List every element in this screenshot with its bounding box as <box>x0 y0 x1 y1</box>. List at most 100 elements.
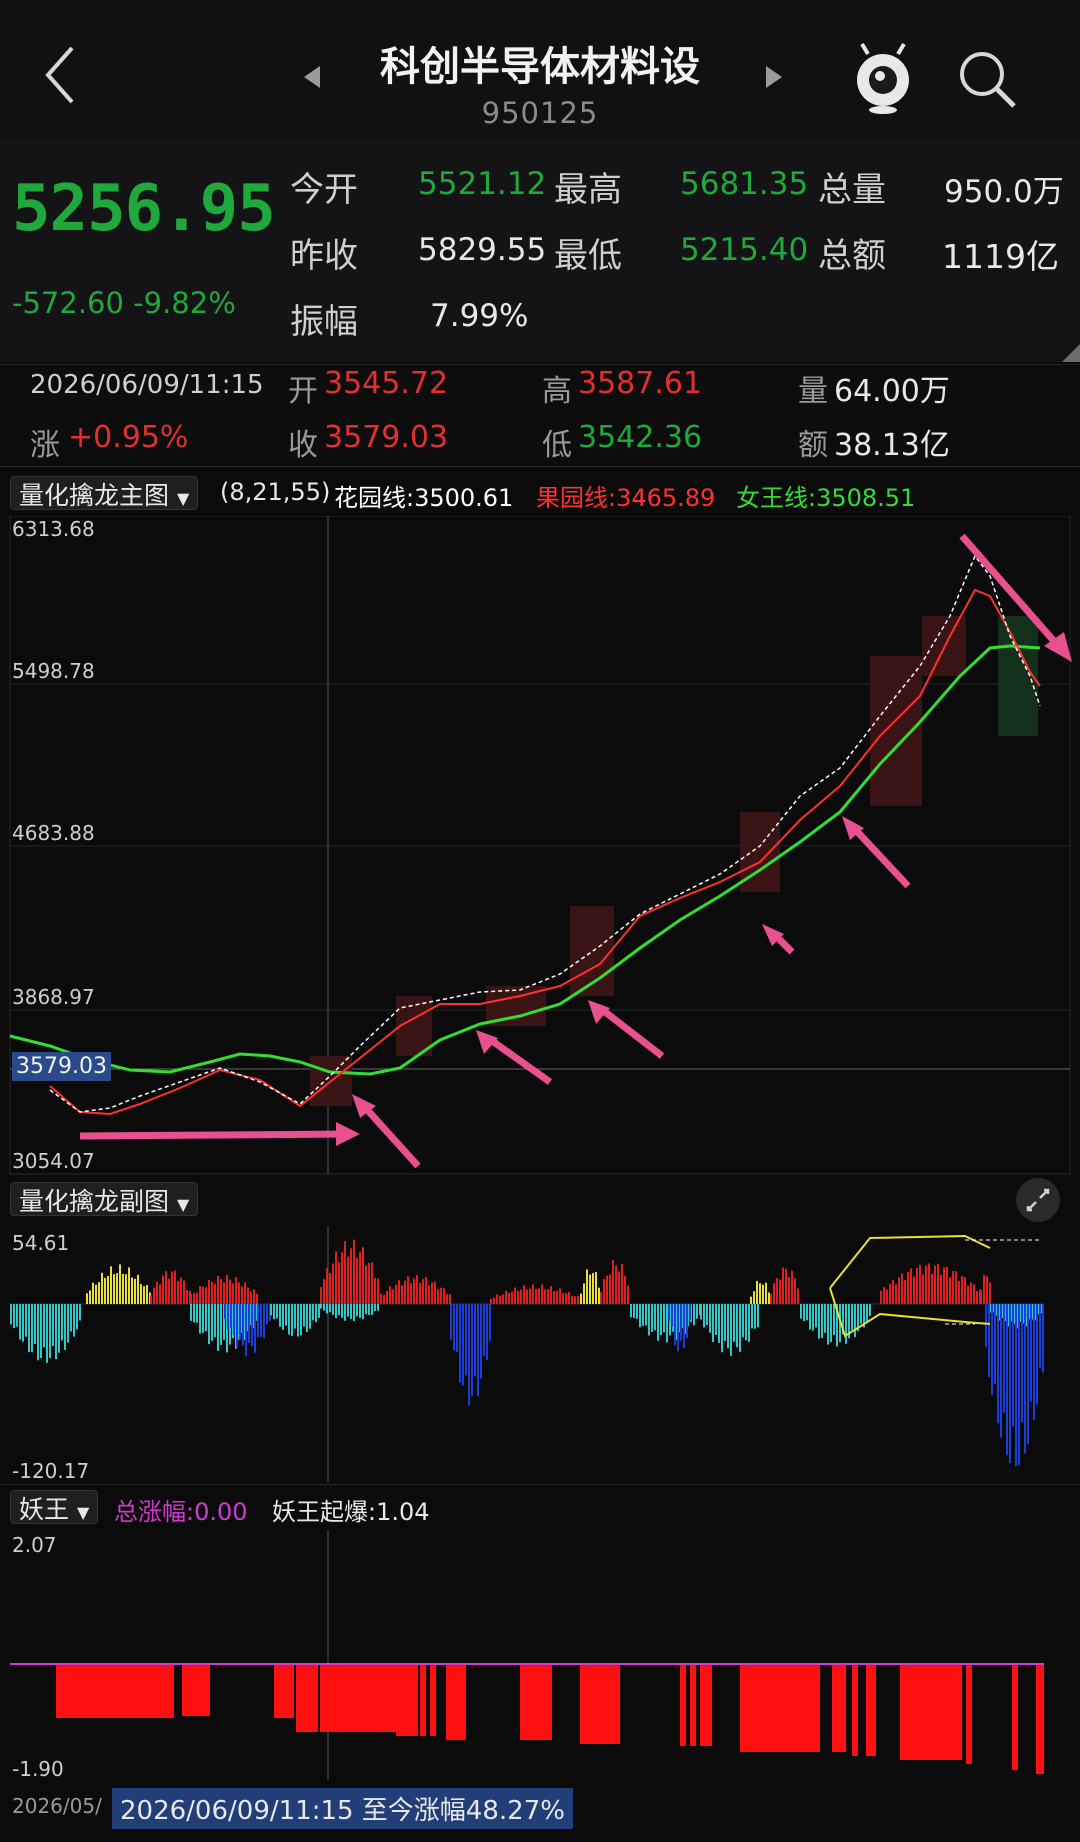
histogram-bar <box>630 1304 632 1318</box>
yaowang-indicator-selector[interactable]: 妖王 ▼ <box>10 1490 99 1524</box>
histogram-bar <box>86 1293 88 1304</box>
sub-indicator-chart[interactable]: 54.61 -120.17 <box>0 1226 1080 1482</box>
prev-stock-icon[interactable] <box>298 62 328 92</box>
histogram-bar <box>943 1267 945 1304</box>
histogram-bar <box>113 1274 115 1304</box>
histogram-bar <box>205 1287 207 1304</box>
histogram-bar <box>220 1304 222 1345</box>
histogram-bar <box>395 1284 397 1304</box>
histogram-bar <box>119 1264 121 1304</box>
histogram-bar <box>592 1273 594 1304</box>
page-title: 科创半导体材料设 <box>380 44 700 90</box>
histogram-bar <box>866 1304 868 1322</box>
histogram-bar <box>538 1288 540 1304</box>
histogram-bar <box>989 1282 991 1304</box>
histogram-bar <box>523 1285 525 1304</box>
search-icon[interactable] <box>956 48 1018 110</box>
histogram-bar <box>326 1268 328 1304</box>
histogram-bar <box>374 1304 376 1311</box>
histogram-bar <box>812 1304 814 1331</box>
histogram-bar <box>946 1266 948 1304</box>
yaowang-chart[interactable]: 2.07 -1.90 <box>0 1530 1080 1780</box>
sub-indicator-selector[interactable]: 量化擒龙副图 ▼ <box>10 1182 199 1216</box>
histogram-bar <box>754 1304 756 1329</box>
cursor-close-label: 收 <box>288 428 318 463</box>
histogram-bar <box>529 1288 531 1304</box>
histogram-bar <box>440 1287 442 1304</box>
histogram-bar <box>89 1290 91 1304</box>
histogram-bar <box>668 1304 670 1322</box>
divider <box>0 466 1080 468</box>
histogram-bar <box>721 1304 723 1353</box>
cursor-amount-value: 38.13亿 <box>834 428 950 463</box>
histogram-bar <box>309 1304 311 1329</box>
histogram-bar <box>196 1292 198 1304</box>
dropdown-icon: ▼ <box>176 1195 190 1214</box>
histogram-bar <box>214 1283 216 1304</box>
histogram-bar <box>934 1265 936 1304</box>
histogram-bar <box>1033 1304 1035 1420</box>
histogram-bar <box>583 1283 585 1304</box>
cursor-datetime: 2026/06/09/11:15 <box>30 370 264 400</box>
histogram-bar <box>40 1304 42 1358</box>
histogram-bar <box>300 1304 302 1336</box>
histogram-bar <box>480 1304 482 1379</box>
back-arrow-icon[interactable] <box>38 40 88 110</box>
next-stock-icon[interactable] <box>758 62 788 92</box>
histogram-bar <box>37 1304 39 1361</box>
histogram-bar <box>696 1304 698 1319</box>
histogram-bar <box>511 1291 513 1304</box>
histogram-bar <box>386 1290 388 1304</box>
histogram-bar <box>239 1304 241 1340</box>
histogram-bar <box>776 1278 778 1304</box>
histogram-bar <box>1000 1304 1002 1438</box>
histogram-bar <box>347 1256 349 1304</box>
histogram-bar <box>338 1262 340 1304</box>
histogram-bar <box>493 1297 495 1304</box>
low-value: 5215.40 <box>680 232 809 268</box>
histogram-bar <box>797 1288 799 1304</box>
histogram-bar <box>61 1304 63 1341</box>
histogram-bar <box>680 1304 682 1341</box>
histogram-bar <box>110 1266 112 1304</box>
histogram-bar <box>251 1304 253 1347</box>
histogram-bar <box>462 1304 464 1386</box>
histogram-bar <box>459 1304 461 1383</box>
assistant-robot-icon[interactable] <box>850 40 916 116</box>
histogram-bar <box>19 1304 21 1340</box>
histogram-bar <box>266 1304 268 1325</box>
cursor-low-label: 低 <box>542 428 572 463</box>
histogram-bar <box>122 1273 124 1304</box>
histogram-bar <box>709 1304 711 1333</box>
histogram-bar <box>318 1304 320 1318</box>
expand-icon[interactable] <box>1016 1178 1060 1222</box>
histogram-bar <box>329 1304 331 1313</box>
histogram-bar <box>134 1278 136 1304</box>
histogram-bar <box>791 1270 793 1304</box>
histogram-bar <box>571 1295 573 1304</box>
histogram-bar <box>226 1274 228 1304</box>
histogram-bar <box>499 1295 501 1304</box>
histogram-bar <box>238 1282 240 1304</box>
histogram-bar <box>353 1304 355 1322</box>
histogram-bar <box>1036 1304 1038 1405</box>
histogram-bar <box>508 1292 510 1304</box>
main-indicator-selector[interactable]: 量化擒龙主图 ▼ <box>10 476 199 510</box>
histogram-bar <box>260 1304 262 1337</box>
histogram-bar <box>377 1304 379 1311</box>
histogram-bar <box>294 1304 296 1329</box>
histogram-bar <box>211 1281 213 1304</box>
histogram-bar <box>196 1304 198 1323</box>
histogram-bar <box>428 1285 430 1304</box>
histogram-bar <box>10 1304 12 1325</box>
histogram-bar <box>565 1293 567 1304</box>
histogram-bar <box>666 1304 668 1343</box>
histogram-bar <box>703 1304 705 1328</box>
main-indicator-params: (8,21,55) <box>220 478 331 506</box>
histogram-bar <box>636 1304 638 1319</box>
histogram-bar <box>67 1304 69 1343</box>
histogram-bar <box>739 1304 741 1353</box>
histogram-bar <box>55 1304 57 1360</box>
main-kline-chart[interactable]: 6313.68 5498.78 4683.88 3868.97 3054.07 <box>0 516 1080 1176</box>
histogram-bar <box>505 1290 507 1304</box>
